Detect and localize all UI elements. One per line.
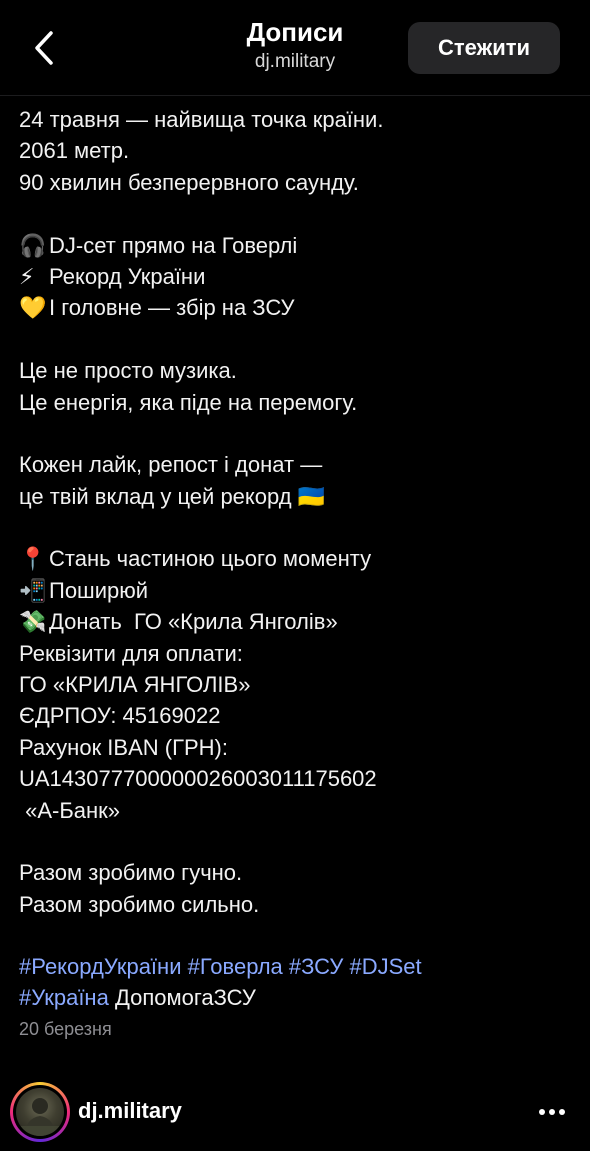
caption-text: 2061 метр. xyxy=(19,138,130,164)
caption-line: Разом зробимо гучно. xyxy=(19,857,579,888)
caption-emoji: 📲 xyxy=(19,577,47,603)
header-titles: Дописи dj.military xyxy=(160,16,430,75)
caption-text: Разом зробимо гучно. xyxy=(19,860,243,886)
caption-emoji: 💛 xyxy=(19,295,47,321)
caption-text: Разом зробимо сильно. xyxy=(19,891,260,917)
caption-line: Це не просто музика. xyxy=(19,355,579,386)
hashtags-line-1: #РекордУкраїни #Говерла #ЗСУ #DJSet xyxy=(19,951,579,982)
caption-line: 📍 Стань частиною цього моменту xyxy=(19,543,579,574)
caption-line: ЄДРПОУ: 45169022 xyxy=(19,700,579,731)
chevron-left-icon xyxy=(35,31,53,65)
caption-line: ГО «КРИЛА ЯНГОЛІВ» xyxy=(19,669,579,700)
hashtag-link[interactable]: #Говерла xyxy=(188,954,283,979)
caption-line: Рахунок IBAN (ГРН): xyxy=(19,732,579,763)
more-options-button[interactable] xyxy=(532,1096,572,1128)
caption-line: 🎧 DJ-сет прямо на Говерлі xyxy=(19,230,579,261)
caption-emoji: ⚡ xyxy=(19,263,35,289)
caption-line: 90 хвилин безперервного саунду. xyxy=(19,167,579,198)
hashtag-link[interactable]: #DJSet xyxy=(349,954,421,979)
caption-line: Реквізити для оплати: xyxy=(19,638,579,669)
caption-line: 2061 метр. xyxy=(19,135,579,166)
caption-text: Реквізити для оплати: xyxy=(19,640,243,666)
follow-button[interactable]: Стежити xyxy=(408,22,560,74)
more-horizontal-icon xyxy=(539,1109,565,1115)
hashtag-link[interactable]: #ЗСУ xyxy=(289,954,343,979)
hashtag-link[interactable]: #РекордУкраїни xyxy=(19,954,182,979)
caption-line: 24 травня — найвища точка країни. xyxy=(19,104,579,135)
author-username[interactable]: dj.military xyxy=(78,1098,182,1124)
caption-text: ЄДРПОУ: 45169022 xyxy=(19,703,221,729)
page-title: Дописи xyxy=(246,17,344,47)
next-post-author: dj.military xyxy=(10,1082,580,1142)
caption-text: Стань частиною цього моменту xyxy=(49,546,372,572)
caption-line: Це енергія, яка піде на перемогу. xyxy=(19,387,579,418)
caption-line: 💛 І головне — збір на ЗСУ xyxy=(19,292,579,323)
caption-line: 📲 Поширюй xyxy=(19,575,579,606)
caption-text: ГО «КРИЛА ЯНГОЛІВ» xyxy=(19,672,251,698)
caption-text: UA143077700000026003011175602 xyxy=(19,766,377,792)
caption-emoji: 🇺🇦 xyxy=(297,483,326,509)
caption-text: Поширюй xyxy=(49,577,149,603)
caption-text: Рекорд України xyxy=(49,263,206,289)
caption-emoji: 💸 xyxy=(19,609,47,635)
caption-line: це твій вклад у цей рекорд 🇺🇦 xyxy=(19,481,579,512)
back-button[interactable] xyxy=(22,24,66,72)
post-caption: 24 травня — найвища точка країни. 2061 ме… xyxy=(19,104,579,920)
avatar-silhouette-icon xyxy=(16,1098,64,1136)
caption-text: Рахунок IBAN (ГРН): xyxy=(19,734,228,760)
caption-line: «А-Банк» xyxy=(19,795,579,826)
caption-line: UA143077700000026003011175602 xyxy=(19,763,579,794)
caption-line: Разом зробимо сильно. xyxy=(19,889,579,920)
caption-text: 24 травня — найвища точка країни. xyxy=(19,107,384,132)
hashtags-block: #РекордУкраїни #Говерла #ЗСУ #DJSet #Укр… xyxy=(19,951,579,1013)
caption-line: Кожен лайк, репост і донат — xyxy=(19,449,579,480)
caption-text: це твій вклад у цей рекорд xyxy=(19,483,292,509)
post-date: 20 березня xyxy=(19,1019,112,1039)
hashtag-link[interactable]: #Україна xyxy=(19,985,109,1010)
caption-emoji: 📍 xyxy=(19,546,47,572)
avatar-photo xyxy=(16,1088,64,1136)
caption-text: Донать ГО «Крила Янголів» xyxy=(49,609,338,635)
caption-text: 90 хвилин безперервного саунду. xyxy=(19,169,359,195)
caption-text: «А-Банк» xyxy=(19,797,121,823)
avatar[interactable] xyxy=(10,1082,70,1142)
caption-emoji: 🎧 xyxy=(19,232,47,258)
page-subtitle[interactable]: dj.military xyxy=(160,49,430,75)
hashtags-line-2: #Україна ДопомогаЗСУ xyxy=(19,982,579,1013)
caption-line: ⚡ Рекорд України xyxy=(19,261,579,292)
caption-text: Це енергія, яка піде на перемогу. xyxy=(19,389,358,415)
caption-text: І головне — збір на ЗСУ xyxy=(49,295,295,321)
caption-line: 💸 Донать ГО «Крила Янголів» xyxy=(19,606,579,637)
top-bar: Дописи dj.military Стежити xyxy=(0,0,590,96)
caption-text: DJ-сет прямо на Говерлі xyxy=(49,232,298,258)
hashtag-plain-text: ДопомогаЗСУ xyxy=(114,985,256,1010)
caption-text: Це не просто музика. xyxy=(19,358,237,384)
caption-text: Кожен лайк, репост і донат — xyxy=(19,452,323,478)
